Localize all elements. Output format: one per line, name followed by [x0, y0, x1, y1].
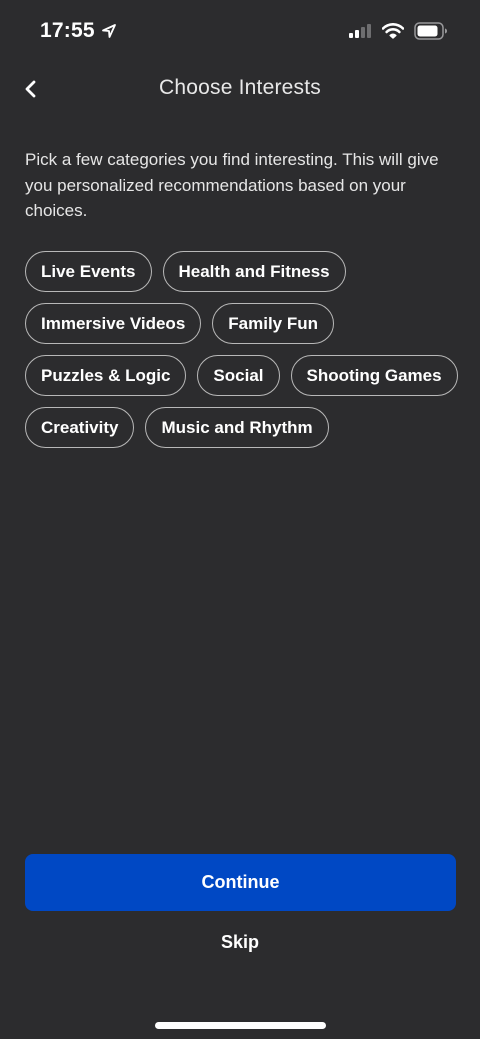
page-title: Choose Interests	[159, 76, 321, 99]
location-arrow-icon	[101, 24, 116, 38]
interest-chip-creativity[interactable]: Creativity	[25, 407, 135, 448]
home-indicator	[155, 1022, 326, 1029]
status-time-group: 17:55	[40, 19, 117, 43]
interest-chip-live-events[interactable]: Live Events	[25, 251, 152, 292]
interest-chip-puzzles-and-logic[interactable]: Puzzles & Logic	[25, 355, 187, 396]
description-text: Pick a few categories you find interesti…	[25, 150, 439, 220]
skip-button[interactable]: Skip	[0, 932, 480, 953]
interest-chip-shooting-games[interactable]: Shooting Games	[290, 355, 458, 396]
status-bar: 17:55	[0, 0, 480, 64]
interest-chip-health-and-fitness[interactable]: Health and Fitness	[162, 251, 346, 292]
continue-button[interactable]: Continue	[25, 854, 456, 911]
header: Choose Interests	[0, 64, 480, 116]
status-time: 17:55	[40, 19, 95, 42]
interest-chip-family-fun[interactable]: Family Fun	[212, 303, 335, 344]
status-icons	[348, 22, 448, 40]
wifi-icon	[382, 23, 404, 39]
interest-chip-list: Live Events Health and Fitness Immersive…	[25, 251, 465, 448]
interest-chip-music-and-rhythm[interactable]: Music and Rhythm	[145, 407, 329, 448]
cellular-signal-icon	[349, 24, 371, 38]
interest-chip-immersive-videos[interactable]: Immersive Videos	[25, 303, 202, 344]
battery-icon	[414, 22, 447, 40]
interest-chip-social[interactable]: Social	[197, 355, 280, 396]
